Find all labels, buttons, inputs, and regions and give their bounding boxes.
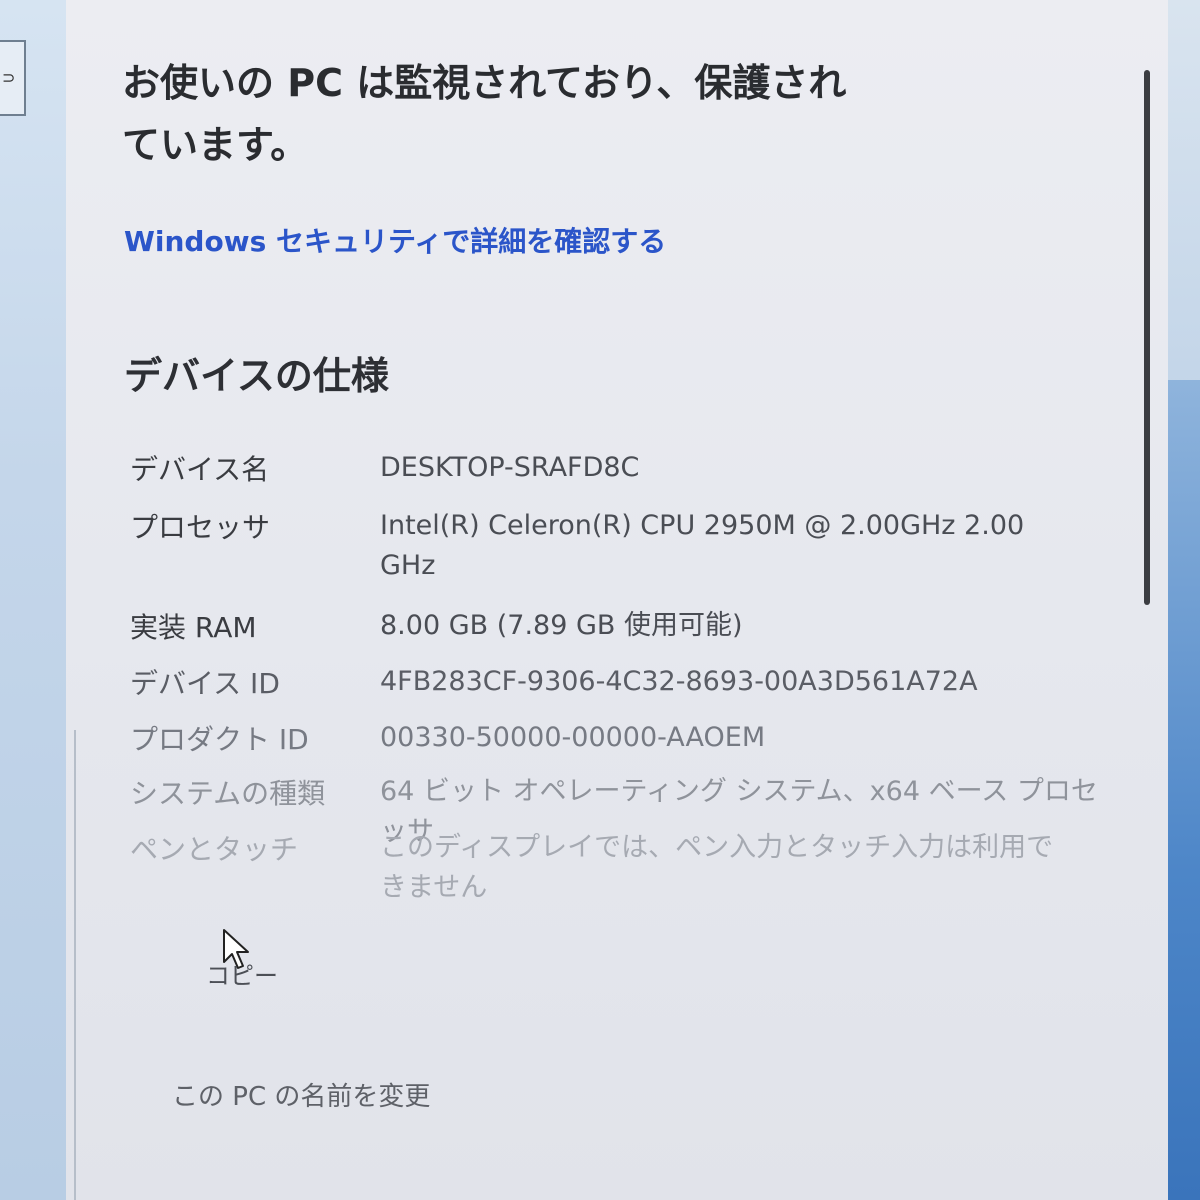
spec-label: システムの種類 [130,777,326,810]
desktop-wallpaper [1168,380,1200,1200]
scrollbar[interactable] [1144,70,1150,605]
copy-button[interactable]: コピー [206,956,278,991]
spec-value: 8.00 GB (7.89 GB 使用可能) [380,610,743,641]
spec-label: 実装 RAM [130,611,257,644]
spec-label: ペンとタッチ [130,833,299,866]
device-specs-title: デバイスの仕様 [124,354,389,398]
panel-divider [74,730,76,1200]
windows-security-link[interactable]: Windows セキュリティで詳細を確認する [124,220,666,260]
headline-line-1: お使いの PC は監視されており、保護され [122,61,847,105]
spec-label: プロセッサ [130,511,271,544]
spec-value: 4FB283CF-9306-4C32-8693-00A3D561A72A [380,666,978,697]
security-status-headline: お使いの PC は監視されており、保護され ています。 [122,52,882,176]
desktop-left-edge: ⊃ [0,0,66,1200]
spec-value: 00330-50000-00000-AAOEM [380,722,766,753]
headline-line-2: ています。 [122,123,309,167]
rename-pc-button[interactable]: この PC の名前を変更 [172,1076,430,1113]
spec-value: このディスプレイでは、ペン入力とタッチ入力は利用できません [380,832,1054,903]
back-nav-button[interactable]: ⊃ [0,40,26,116]
spec-value: Intel(R) Celeron(R) CPU 2950M @ 2.00GHz … [380,510,1025,581]
chevron-icon: ⊃ [2,68,16,87]
spec-label: デバイス ID [130,667,280,700]
spec-label: プロダクト ID [130,723,309,756]
settings-about-panel [66,0,1168,1200]
spec-value: DESKTOP-SRAFD8C [380,452,640,483]
desktop-right-edge [1168,0,1200,1200]
spec-label: デバイス名 [130,453,270,486]
